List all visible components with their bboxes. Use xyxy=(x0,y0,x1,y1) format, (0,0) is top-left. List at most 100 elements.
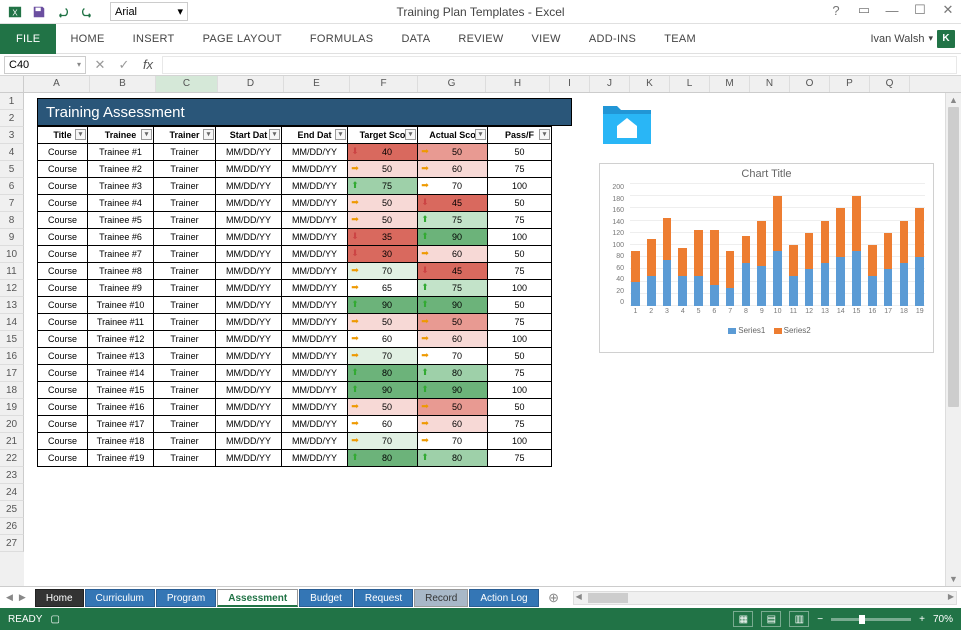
table-row[interactable]: CourseTrainee #13TrainerMM/DD/YYMM/DD/YY… xyxy=(38,348,552,365)
table-row[interactable]: CourseTrainee #19TrainerMM/DD/YYMM/DD/YY… xyxy=(38,450,552,467)
row-header[interactable]: 24 xyxy=(0,484,24,501)
column-header[interactable]: J xyxy=(590,76,630,92)
column-header[interactable]: I xyxy=(550,76,590,92)
filter-dropdown-icon[interactable]: ▾ xyxy=(475,129,486,140)
nav-prev-icon[interactable]: ◀ xyxy=(4,592,15,603)
zoom-level[interactable]: 70% xyxy=(933,614,953,625)
font-selector[interactable]: Arial ▾ xyxy=(110,2,188,21)
ribbon-tab-formulas[interactable]: FORMULAS xyxy=(296,24,388,54)
column-header[interactable]: M xyxy=(710,76,750,92)
column-header[interactable]: O xyxy=(790,76,830,92)
row-header[interactable]: 6 xyxy=(0,178,24,195)
filter-dropdown-icon[interactable]: ▾ xyxy=(335,129,346,140)
table-row[interactable]: CourseTrainee #3TrainerMM/DD/YYMM/DD/YY⬆… xyxy=(38,178,552,195)
help-icon[interactable]: ? xyxy=(827,3,845,18)
row-header[interactable]: 19 xyxy=(0,399,24,416)
ribbon-tab-team[interactable]: TEAM xyxy=(650,24,710,54)
table-row[interactable]: CourseTrainee #9TrainerMM/DD/YYMM/DD/YY➡… xyxy=(38,280,552,297)
ribbon-tab-insert[interactable]: INSERT xyxy=(119,24,189,54)
name-box[interactable]: C40 ▾ xyxy=(4,56,86,74)
column-header-trainee[interactable]: Trainee▾ xyxy=(88,127,154,144)
sheet-tab-record[interactable]: Record xyxy=(414,589,468,607)
table-row[interactable]: CourseTrainee #12TrainerMM/DD/YYMM/DD/YY… xyxy=(38,331,552,348)
column-header-start-dat[interactable]: Start Dat▾ xyxy=(216,127,282,144)
row-header[interactable]: 5 xyxy=(0,161,24,178)
filter-dropdown-icon[interactable]: ▾ xyxy=(539,129,550,140)
minimize-icon[interactable]: — xyxy=(883,3,901,18)
zoom-in-button[interactable]: + xyxy=(919,614,925,625)
column-header[interactable]: N xyxy=(750,76,790,92)
row-header[interactable]: 1 xyxy=(0,93,24,110)
scroll-up-icon[interactable]: ▲ xyxy=(946,93,961,107)
chart-bar[interactable] xyxy=(851,184,862,306)
chart-bar[interactable] xyxy=(820,184,831,306)
normal-view-button[interactable]: ▦ xyxy=(733,611,753,627)
filter-dropdown-icon[interactable]: ▾ xyxy=(75,129,86,140)
table-row[interactable]: CourseTrainee #17TrainerMM/DD/YYMM/DD/YY… xyxy=(38,416,552,433)
filter-dropdown-icon[interactable]: ▾ xyxy=(405,129,416,140)
horizontal-scrollbar[interactable]: ◀ ▶ xyxy=(573,591,957,605)
chart-bar[interactable] xyxy=(693,184,704,306)
scrollbar-thumb[interactable] xyxy=(948,107,959,407)
column-header[interactable]: L xyxy=(670,76,710,92)
macro-record-icon[interactable]: ▢ xyxy=(50,614,59,625)
table-row[interactable]: CourseTrainee #1TrainerMM/DD/YYMM/DD/YY⬇… xyxy=(38,144,552,161)
table-row[interactable]: CourseTrainee #8TrainerMM/DD/YYMM/DD/YY➡… xyxy=(38,263,552,280)
table-row[interactable]: CourseTrainee #2TrainerMM/DD/YYMM/DD/YY➡… xyxy=(38,161,552,178)
chart-bar[interactable] xyxy=(867,184,878,306)
scroll-down-icon[interactable]: ▼ xyxy=(946,572,961,586)
maximize-icon[interactable]: ☐ xyxy=(911,2,929,18)
row-header[interactable]: 10 xyxy=(0,246,24,263)
enter-formula-icon[interactable]: ✓ xyxy=(114,57,134,73)
column-header-end-dat[interactable]: End Dat▾ xyxy=(282,127,348,144)
chart-bar[interactable] xyxy=(772,184,783,306)
row-header[interactable]: 12 xyxy=(0,280,24,297)
cancel-formula-icon[interactable]: ✕ xyxy=(90,57,110,73)
chart-bar[interactable] xyxy=(788,184,799,306)
column-header[interactable]: H xyxy=(486,76,550,92)
cell-grid[interactable]: Training Assessment Title▾Trainee▾Traine… xyxy=(24,93,961,586)
column-header[interactable]: G xyxy=(418,76,486,92)
row-header[interactable]: 27 xyxy=(0,535,24,552)
ribbon-tab-review[interactable]: REVIEW xyxy=(444,24,517,54)
chart-bar[interactable] xyxy=(804,184,815,306)
chart-bar[interactable] xyxy=(741,184,752,306)
table-row[interactable]: CourseTrainee #11TrainerMM/DD/YYMM/DD/YY… xyxy=(38,314,552,331)
column-header[interactable]: B xyxy=(90,76,156,92)
chart-bar[interactable] xyxy=(914,184,925,306)
table-row[interactable]: CourseTrainee #18TrainerMM/DD/YYMM/DD/YY… xyxy=(38,433,552,450)
table-row[interactable]: CourseTrainee #4TrainerMM/DD/YYMM/DD/YY➡… xyxy=(38,195,552,212)
column-header[interactable]: F xyxy=(350,76,418,92)
sheet-tab-home[interactable]: Home xyxy=(35,589,84,607)
column-header-title[interactable]: Title▾ xyxy=(38,127,88,144)
ribbon-tab-view[interactable]: VIEW xyxy=(518,24,575,54)
sheet-tab-curriculum[interactable]: Curriculum xyxy=(85,589,155,607)
sheet-tab-program[interactable]: Program xyxy=(156,589,216,607)
table-row[interactable]: CourseTrainee #15TrainerMM/DD/YYMM/DD/YY… xyxy=(38,382,552,399)
ribbon-tab-data[interactable]: DATA xyxy=(387,24,444,54)
scrollbar-thumb[interactable] xyxy=(588,593,628,603)
row-header[interactable]: 23 xyxy=(0,467,24,484)
row-header[interactable]: 18 xyxy=(0,382,24,399)
select-all-button[interactable] xyxy=(0,76,24,92)
table-row[interactable]: CourseTrainee #10TrainerMM/DD/YYMM/DD/YY… xyxy=(38,297,552,314)
filter-dropdown-icon[interactable]: ▾ xyxy=(269,129,280,140)
formula-input[interactable] xyxy=(162,56,957,74)
row-header[interactable]: 4 xyxy=(0,144,24,161)
row-header[interactable]: 17 xyxy=(0,365,24,382)
column-header[interactable]: D xyxy=(218,76,284,92)
filter-dropdown-icon[interactable]: ▾ xyxy=(141,129,152,140)
row-header[interactable]: 14 xyxy=(0,314,24,331)
row-header[interactable]: 2 xyxy=(0,110,24,127)
row-header[interactable]: 26 xyxy=(0,518,24,535)
chart-bar[interactable] xyxy=(883,184,894,306)
row-header[interactable]: 16 xyxy=(0,348,24,365)
row-header[interactable]: 22 xyxy=(0,450,24,467)
row-header[interactable]: 8 xyxy=(0,212,24,229)
row-header[interactable]: 13 xyxy=(0,297,24,314)
nav-next-icon[interactable]: ▶ xyxy=(17,592,28,603)
chart-bar[interactable] xyxy=(662,184,673,306)
ribbon-tab-home[interactable]: HOME xyxy=(56,24,118,54)
table-row[interactable]: CourseTrainee #7TrainerMM/DD/YYMM/DD/YY⬇… xyxy=(38,246,552,263)
close-icon[interactable]: ✕ xyxy=(939,2,957,18)
